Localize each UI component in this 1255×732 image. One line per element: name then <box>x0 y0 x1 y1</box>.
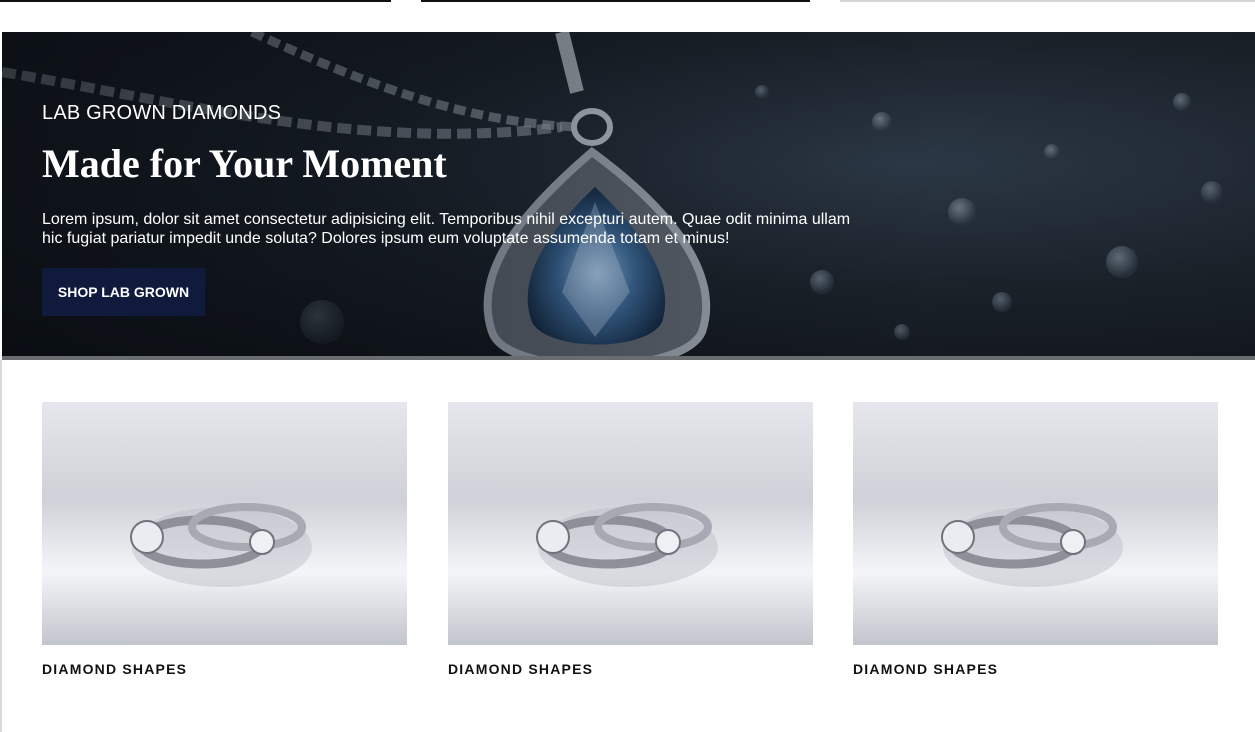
card-label: DIAMOND SHAPES <box>853 661 999 677</box>
card-label: DIAMOND SHAPES <box>42 661 188 677</box>
top-tabs-strip <box>0 0 1255 32</box>
hero-bottom-border <box>2 356 1255 360</box>
diamond-rings-image <box>42 402 407 645</box>
category-card[interactable]: DIAMOND SHAPES <box>448 402 813 677</box>
card-image[interactable] <box>42 402 407 645</box>
hero-headline: Made for Your Moment <box>42 141 447 186</box>
hero-banner: LAB GROWN DIAMONDS Made for Your Moment … <box>2 32 1255 360</box>
hero-description: Lorem ipsum, dolor sit amet consectetur … <box>42 211 851 247</box>
left-border <box>0 360 2 732</box>
hero-eyebrow: LAB GROWN DIAMONDS <box>42 102 282 124</box>
card-image[interactable] <box>853 402 1218 645</box>
diamond-rings-image <box>448 402 813 645</box>
card-image[interactable] <box>448 402 813 645</box>
category-card[interactable]: DIAMOND SHAPES <box>42 402 407 677</box>
top-tab-indicator-3 <box>840 0 1255 2</box>
category-card[interactable]: DIAMOND SHAPES <box>853 402 1218 677</box>
top-tab-indicator-1 <box>0 0 391 2</box>
shop-lab-grown-button[interactable]: SHOP LAB GROWN <box>42 268 205 316</box>
card-label: DIAMOND SHAPES <box>448 661 594 677</box>
top-tab-indicator-2 <box>421 0 810 2</box>
diamond-rings-image <box>853 402 1218 645</box>
